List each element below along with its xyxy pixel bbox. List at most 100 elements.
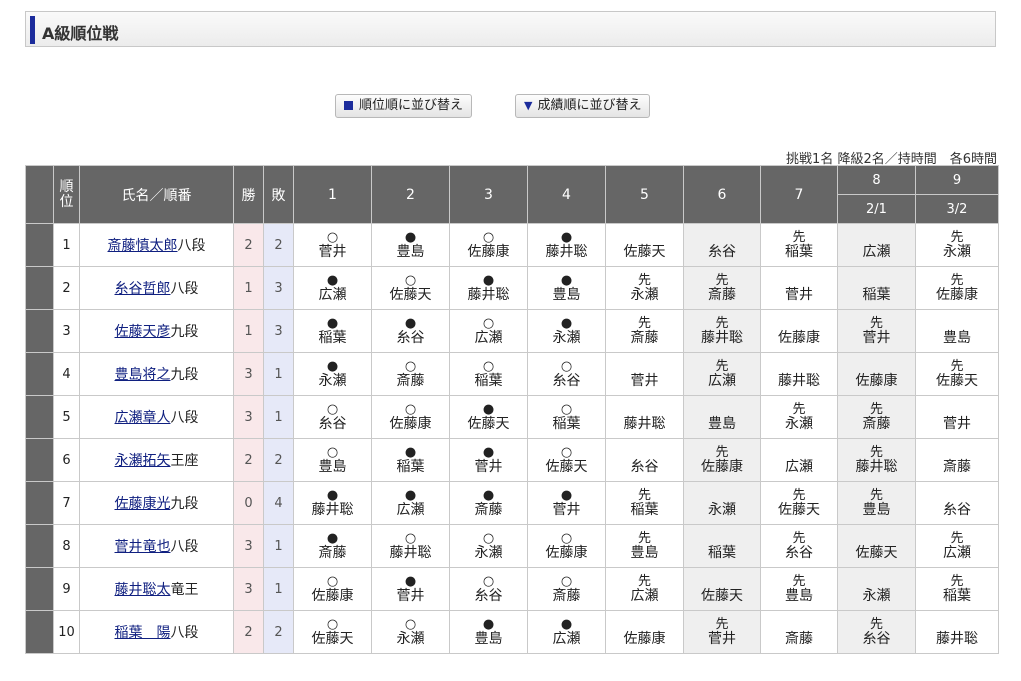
header-round-6: 6 bbox=[683, 165, 761, 224]
result-mark: ● bbox=[404, 487, 417, 503]
player-name-link[interactable]: 佐藤康光 bbox=[115, 496, 171, 512]
lose-count: 1 bbox=[263, 524, 294, 568]
result-cell: 先広瀬 bbox=[683, 352, 761, 396]
win-count: 2 bbox=[233, 438, 264, 482]
result-cell: 先広瀬 bbox=[915, 524, 999, 568]
opponent-name: 稲葉 bbox=[630, 501, 659, 518]
opponent-name: 斎藤 bbox=[396, 372, 425, 389]
result-mark bbox=[684, 489, 760, 502]
result-cell: 先糸谷 bbox=[837, 610, 916, 654]
result-mark: ● bbox=[326, 315, 339, 331]
result-mark: 先 bbox=[869, 401, 883, 417]
opponent-name: 藤井聡 bbox=[545, 243, 588, 260]
result-mark: 先 bbox=[792, 530, 806, 546]
result-cell: ● 広瀬 bbox=[527, 610, 606, 654]
player-name-link[interactable]: 佐藤天彦 bbox=[115, 324, 171, 340]
opponent-name: 佐藤天 bbox=[778, 501, 820, 518]
player-name-link[interactable]: 斎藤慎太郎 bbox=[108, 238, 178, 254]
rank-cell: 5 bbox=[53, 395, 80, 439]
result-mark: ○ bbox=[560, 530, 573, 546]
player-name-cell: 佐藤康光九段 bbox=[79, 481, 234, 525]
row-marker bbox=[25, 438, 54, 482]
result-cell: ● 藤井聡 bbox=[527, 223, 606, 267]
result-cell: 先佐藤康 bbox=[683, 438, 761, 482]
header-round-1: 1 bbox=[293, 165, 372, 224]
opponent-name: 佐藤天 bbox=[855, 544, 898, 561]
result-mark: ● bbox=[326, 530, 339, 546]
opponent-name: 広瀬 bbox=[862, 243, 891, 260]
result-mark bbox=[916, 618, 998, 631]
player-name-cell: 糸谷哲郎八段 bbox=[79, 266, 234, 310]
player-title: 八段 bbox=[170, 539, 199, 555]
opponent-name: 広瀬 bbox=[318, 286, 347, 303]
sort-by-score-button[interactable]: ▼ 成績順に並び替え bbox=[515, 94, 651, 118]
result-mark: ● bbox=[560, 272, 573, 288]
header-win: 勝 bbox=[233, 165, 264, 224]
opponent-name: 広瀬 bbox=[552, 630, 581, 647]
row-marker bbox=[25, 481, 54, 525]
result-mark: ○ bbox=[326, 229, 339, 245]
opponent-name: 糸谷 bbox=[552, 372, 581, 389]
player-name-cell: 広瀬章人八段 bbox=[79, 395, 234, 439]
result-mark: ○ bbox=[560, 444, 573, 460]
result-mark: ● bbox=[482, 487, 495, 503]
player-name-link[interactable]: 豊島将之 bbox=[115, 367, 171, 383]
opponent-name: 斎藤 bbox=[630, 329, 659, 346]
rank-cell: 6 bbox=[53, 438, 80, 482]
player-name-link[interactable]: 稲葉 陽 bbox=[115, 625, 171, 641]
result-mark bbox=[684, 403, 760, 416]
player-name-link[interactable]: 菅井竜也 bbox=[115, 539, 171, 555]
result-mark: 先 bbox=[715, 358, 729, 374]
opponent-name: 佐藤天 bbox=[467, 415, 510, 432]
opponent-name: 広瀬 bbox=[785, 458, 813, 475]
result-cell: ○ 佐藤天 bbox=[293, 610, 372, 654]
player-name-cell: 菅井竜也八段 bbox=[79, 524, 234, 568]
result-mark: ● bbox=[482, 401, 495, 417]
result-cell: ● 斎藤 bbox=[449, 481, 528, 525]
result-mark bbox=[916, 489, 998, 502]
opponent-name: 佐藤康 bbox=[467, 243, 510, 260]
player-name-link[interactable]: 永瀬拓矢 bbox=[115, 453, 171, 469]
player-title: 八段 bbox=[170, 625, 199, 641]
opponent-name: 佐藤天 bbox=[311, 630, 354, 647]
lose-count: 2 bbox=[263, 223, 294, 267]
result-cell: ○ 永瀬 bbox=[371, 610, 450, 654]
opponent-name: 佐藤天 bbox=[701, 587, 743, 604]
opponent-name: 永瀬 bbox=[552, 329, 581, 346]
player-name-cell: 藤井聡太竜王 bbox=[79, 567, 234, 611]
opponent-name: 広瀬 bbox=[396, 501, 425, 518]
result-mark: ○ bbox=[482, 229, 495, 245]
result-mark bbox=[606, 446, 683, 459]
result-cell: 先菅井 bbox=[683, 610, 761, 654]
result-cell: 糸谷 bbox=[915, 481, 999, 525]
result-mark bbox=[761, 360, 837, 373]
win-count: 2 bbox=[233, 610, 264, 654]
result-cell: ● 豊島 bbox=[527, 266, 606, 310]
result-mark bbox=[916, 446, 998, 459]
title-accent-bar bbox=[30, 16, 35, 44]
player-name-cell: 斎藤慎太郎八段 bbox=[79, 223, 234, 267]
player-name-link[interactable]: 糸谷哲郎 bbox=[115, 281, 171, 297]
sort-by-rank-label: 順位順に並び替え bbox=[359, 98, 464, 113]
player-title: 九段 bbox=[170, 367, 199, 383]
result-cell: ○ 稲葉 bbox=[449, 352, 528, 396]
win-count: 3 bbox=[233, 524, 264, 568]
lose-count: 1 bbox=[263, 352, 294, 396]
table-row: 4 豊島将之九段 3 1 ● 永瀬 ○ 斎藤 ○ 稲葉 ○ 糸谷 菅井先広瀬 藤井聡 佐藤康先佐藤天 bbox=[25, 352, 999, 396]
player-name-cell: 稲葉 陽八段 bbox=[79, 610, 234, 654]
opponent-name: 藤井聡 bbox=[855, 458, 898, 475]
sort-by-rank-button[interactable]: 順位順に並び替え bbox=[335, 94, 473, 118]
header-round-8: 8 bbox=[837, 165, 916, 195]
result-cell: ○ 斎藤 bbox=[371, 352, 450, 396]
triangle-down-icon: ▼ bbox=[524, 99, 533, 112]
player-name-link[interactable]: 広瀬章人 bbox=[115, 410, 171, 426]
result-cell: 藤井聡 bbox=[605, 395, 684, 439]
win-count: 0 bbox=[233, 481, 264, 525]
player-title: 王座 bbox=[170, 453, 199, 469]
row-marker bbox=[25, 524, 54, 568]
row-marker bbox=[25, 309, 54, 353]
result-mark bbox=[761, 274, 837, 287]
player-title: 九段 bbox=[170, 324, 199, 340]
player-name-link[interactable]: 藤井聡太 bbox=[115, 582, 171, 598]
result-cell: ○ 佐藤康 bbox=[293, 567, 372, 611]
